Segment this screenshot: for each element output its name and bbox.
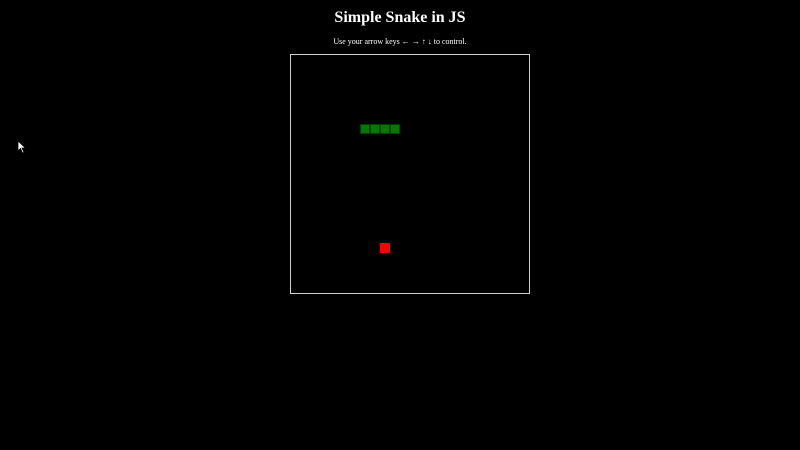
- snake-segment: [380, 124, 390, 134]
- page-title: Simple Snake in JS: [334, 9, 466, 26]
- snake-segment: [360, 124, 370, 134]
- snake-head: [390, 124, 400, 134]
- food-item: [380, 243, 390, 253]
- mouse-pointer-icon: [17, 140, 27, 154]
- game-board[interactable]: [290, 54, 530, 294]
- control-instructions: Use your arrow keys ← → ↑ ↓ to control.: [333, 37, 467, 46]
- snake-segment: [370, 124, 380, 134]
